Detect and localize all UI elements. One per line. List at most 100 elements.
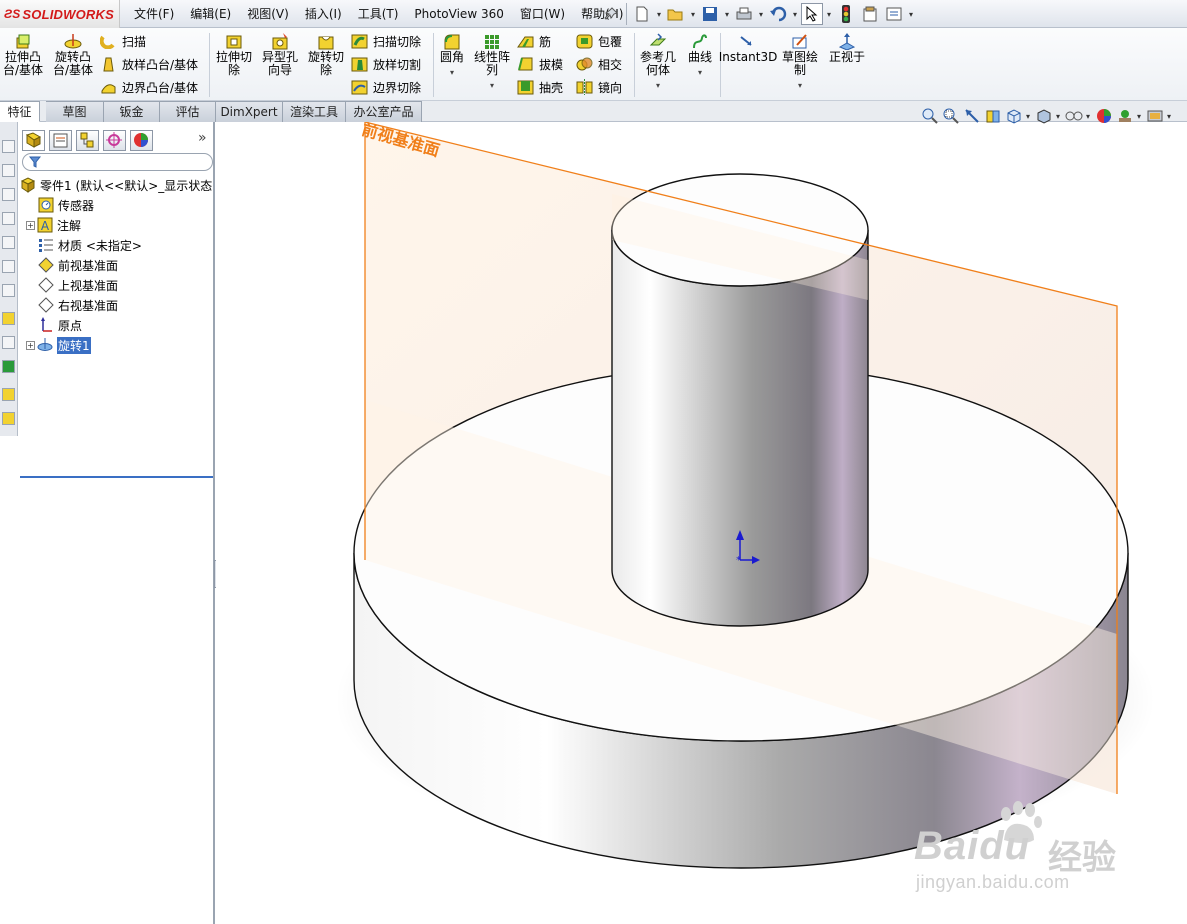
curves-button[interactable]: 曲线 ▾: [684, 33, 716, 79]
extrude-cut-button[interactable]: 拉伸切除: [214, 33, 254, 77]
chevron-down-icon[interactable]: ▾: [1167, 112, 1173, 121]
draft-button[interactable]: 拔模: [517, 54, 563, 74]
boundary-boss-button[interactable]: 边界凸台/基体: [100, 77, 198, 97]
new-document-icon[interactable]: [631, 3, 653, 25]
chevron-down-icon[interactable]: ▾: [757, 10, 765, 19]
chevron-down-icon[interactable]: ▾: [1086, 112, 1092, 121]
boundary-cut-button[interactable]: 边界切除: [351, 77, 421, 97]
tree-filter-input[interactable]: [22, 153, 213, 171]
menu-tools[interactable]: 工具(T): [350, 0, 407, 28]
tab-sketch[interactable]: 草图: [46, 101, 104, 122]
revolve-boss-button[interactable]: 旋转凸台/基体: [50, 33, 96, 77]
display-style-icon[interactable]: [1035, 107, 1053, 125]
tree-item-top-plane[interactable]: 上视基准面: [38, 275, 118, 295]
view-orientation-icon[interactable]: [1005, 107, 1023, 125]
tree-item-front-plane[interactable]: 前视基准面: [38, 255, 118, 275]
mirror-button[interactable]: 镜向: [576, 77, 622, 97]
sketch-button[interactable]: 草图绘制 ▾: [780, 33, 820, 92]
tab-render-tools[interactable]: 渲染工具: [283, 101, 346, 122]
chevron-down-icon[interactable]: ▾: [655, 10, 663, 19]
feature-tool-icon[interactable]: [2, 412, 15, 425]
shell-button[interactable]: 抽壳: [517, 77, 563, 97]
view-cube-icon[interactable]: [2, 140, 15, 153]
open-folder-icon[interactable]: [665, 3, 687, 25]
menu-insert[interactable]: 插入(I): [297, 0, 350, 28]
normal-to-button[interactable]: 正视于: [826, 33, 868, 64]
chevron-down-icon[interactable]: ▾: [1026, 112, 1032, 121]
sketch-tool-icon[interactable]: [2, 336, 15, 349]
revolve-cut-button[interactable]: 旋转切除: [306, 33, 346, 77]
wrap-button[interactable]: 包覆: [576, 31, 622, 51]
tree-root-part[interactable]: 零件1 (默认<<默认>_显示状态: [20, 175, 212, 195]
chevron-down-icon[interactable]: ▾: [825, 10, 833, 19]
feature-tool-icon[interactable]: [2, 388, 15, 401]
expand-toggle-icon[interactable]: +: [26, 340, 35, 350]
sweep-cut-button[interactable]: 扫描切除: [351, 31, 421, 51]
linear-pattern-button[interactable]: 线性阵列 ▾: [472, 33, 512, 92]
chevron-down-icon[interactable]: ▾: [490, 79, 494, 92]
tab-features[interactable]: 特征: [0, 101, 40, 122]
view-cube-icon[interactable]: [2, 164, 15, 177]
tree-item-material[interactable]: 材质 <未指定>: [38, 235, 142, 255]
extrude-boss-button[interactable]: 拉伸凸台/基体: [2, 33, 44, 77]
loft-boss-button[interactable]: 放样凸台/基体: [100, 54, 198, 74]
apply-scene-icon[interactable]: [1116, 107, 1134, 125]
display-manager-tab-icon[interactable]: [130, 130, 153, 151]
zoom-to-area-icon[interactable]: [942, 107, 960, 125]
chevron-down-icon[interactable]: ▾: [723, 10, 731, 19]
tab-evaluate[interactable]: 评估: [160, 101, 216, 122]
hole-wizard-button[interactable]: 异型孔向导: [258, 33, 302, 77]
loft-cut-button[interactable]: 放样切割: [351, 54, 421, 74]
dimxpert-manager-tab-icon[interactable]: [103, 130, 126, 151]
chevron-down-icon[interactable]: ▾: [450, 66, 454, 79]
view-cube-icon[interactable]: [2, 188, 15, 201]
chevron-down-icon[interactable]: ▾: [1056, 112, 1062, 121]
chevron-down-icon[interactable]: ▾: [698, 66, 702, 79]
previous-view-icon[interactable]: [963, 107, 981, 125]
chevron-down-icon[interactable]: ▾: [798, 79, 802, 92]
solidworks-logo[interactable]: ƧS SOLIDWORKS: [0, 0, 120, 28]
menu-window[interactable]: 窗口(W): [512, 0, 573, 28]
print-icon[interactable]: [733, 3, 755, 25]
tree-item-revolve1[interactable]: + 旋转1: [26, 335, 91, 355]
tab-office-products[interactable]: 办公室产品: [346, 101, 422, 122]
feature-manager-tab-icon[interactable]: [22, 130, 45, 151]
view-cube-icon[interactable]: [2, 236, 15, 249]
rib-button[interactable]: 筋: [517, 31, 551, 51]
undo-icon[interactable]: [767, 3, 789, 25]
rollback-bar[interactable]: [20, 476, 213, 478]
tree-item-right-plane[interactable]: 右视基准面: [38, 295, 118, 315]
options-icon[interactable]: [883, 3, 905, 25]
chevron-down-icon[interactable]: ▾: [1137, 112, 1143, 121]
sketch-tool-icon[interactable]: [2, 312, 15, 325]
menu-edit[interactable]: 编辑(E): [182, 0, 239, 28]
tab-sheet-metal[interactable]: 钣金: [104, 101, 160, 122]
tree-item-origin[interactable]: 原点: [38, 315, 82, 335]
save-icon[interactable]: [699, 3, 721, 25]
chevron-down-icon[interactable]: ▾: [656, 79, 660, 92]
intersect-button[interactable]: 相交: [576, 54, 622, 74]
expand-toggle-icon[interactable]: +: [26, 220, 35, 230]
fillet-button[interactable]: 圆角 ▾: [437, 33, 467, 79]
expand-panel-icon[interactable]: »: [198, 130, 207, 146]
view-cube-icon[interactable]: [2, 260, 15, 273]
reference-geometry-button[interactable]: 参考几何体 ▾: [638, 33, 678, 92]
chevron-down-icon[interactable]: ▾: [907, 10, 915, 19]
hide-show-items-icon[interactable]: [1065, 107, 1083, 125]
configuration-manager-tab-icon[interactable]: [76, 130, 99, 151]
view-settings-icon[interactable]: [1146, 107, 1164, 125]
menu-file[interactable]: 文件(F): [126, 0, 182, 28]
menu-view[interactable]: 视图(V): [239, 0, 297, 28]
view-cube-icon[interactable]: [2, 212, 15, 225]
sketch-tool-icon[interactable]: [2, 360, 15, 373]
select-pointer-icon[interactable]: [801, 3, 823, 25]
rebuild-traffic-light-icon[interactable]: [835, 3, 857, 25]
chevron-down-icon[interactable]: ▾: [689, 10, 697, 19]
zoom-to-fit-icon[interactable]: [921, 107, 939, 125]
menu-photoview[interactable]: PhotoView 360: [406, 0, 511, 28]
file-properties-icon[interactable]: [859, 3, 881, 25]
tree-item-sensors[interactable]: 传感器: [38, 195, 94, 215]
chevron-down-icon[interactable]: ▾: [791, 10, 799, 19]
edit-appearance-icon[interactable]: [1095, 107, 1113, 125]
property-manager-tab-icon[interactable]: [49, 130, 72, 151]
